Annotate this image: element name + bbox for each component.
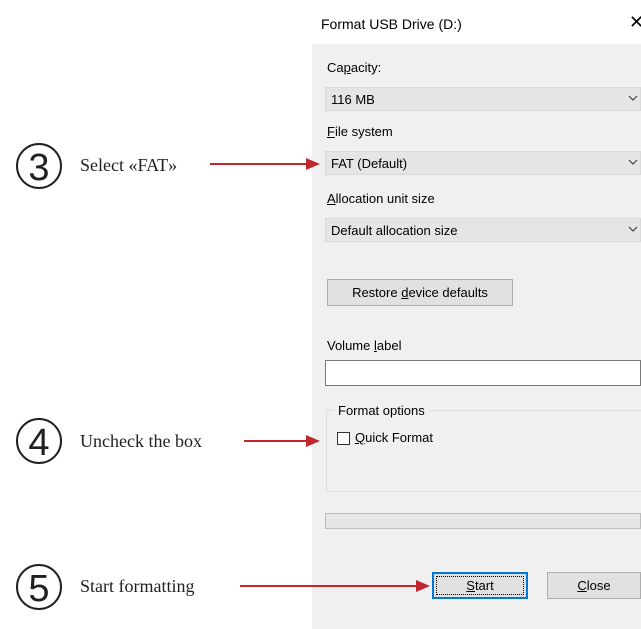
format-dialog: Format USB Drive (D:) ✕ Capacity: 116 MB… <box>312 0 641 629</box>
capacity-value: 116 MB <box>331 92 375 107</box>
step-4-instruction: Uncheck the box <box>80 431 202 451</box>
step-4-arrow <box>244 435 320 447</box>
chevron-down-icon <box>628 226 638 232</box>
step-3-number: 3 <box>28 147 49 189</box>
step-5-instruction: Start formatting <box>80 576 195 596</box>
format-progress-bar <box>325 513 641 529</box>
capacity-label: Capacity: <box>327 60 382 75</box>
title-bar: Format USB Drive (D:) ✕ <box>312 0 641 44</box>
chevron-down-icon <box>628 95 638 101</box>
format-options-group <box>326 410 641 492</box>
restore-defaults-button[interactable]: Restore device defaults <box>327 279 513 306</box>
close-button[interactable]: Close <box>547 572 641 599</box>
file-system-select[interactable]: FAT (Default) <box>325 151 641 175</box>
file-system-label: File system <box>327 124 393 139</box>
capacity-select[interactable]: 116 MB <box>325 87 641 111</box>
step-4-number-circle: 4 <box>16 418 62 464</box>
chevron-down-icon <box>628 159 638 165</box>
file-system-value: FAT (Default) <box>331 156 408 171</box>
close-icon[interactable]: ✕ <box>629 12 641 32</box>
dialog-title: Format USB Drive (D:) <box>321 16 462 32</box>
step-5-number-circle: 5 <box>16 564 62 610</box>
volume-label-label: Volume label <box>327 338 402 353</box>
volume-label-input[interactable] <box>325 360 641 386</box>
step-4-number: 4 <box>28 422 49 464</box>
allocation-size-value: Default allocation size <box>331 223 458 238</box>
allocation-size-select[interactable]: Default allocation size <box>325 218 641 242</box>
allocation-size-label: Allocation unit size <box>327 191 435 206</box>
format-options-legend: Format options <box>334 403 429 418</box>
step-5-number: 5 <box>28 568 49 610</box>
step-3-arrow <box>210 158 320 170</box>
quick-format-checkbox[interactable] <box>337 432 350 445</box>
step-5-arrow <box>240 580 430 592</box>
step-3-instruction: Select «FAT» <box>80 155 178 175</box>
focus-rectangle <box>436 576 524 595</box>
quick-format-label[interactable]: Quick Format <box>355 430 433 445</box>
step-3-number-circle: 3 <box>16 143 62 189</box>
start-button[interactable]: Start <box>432 572 528 599</box>
